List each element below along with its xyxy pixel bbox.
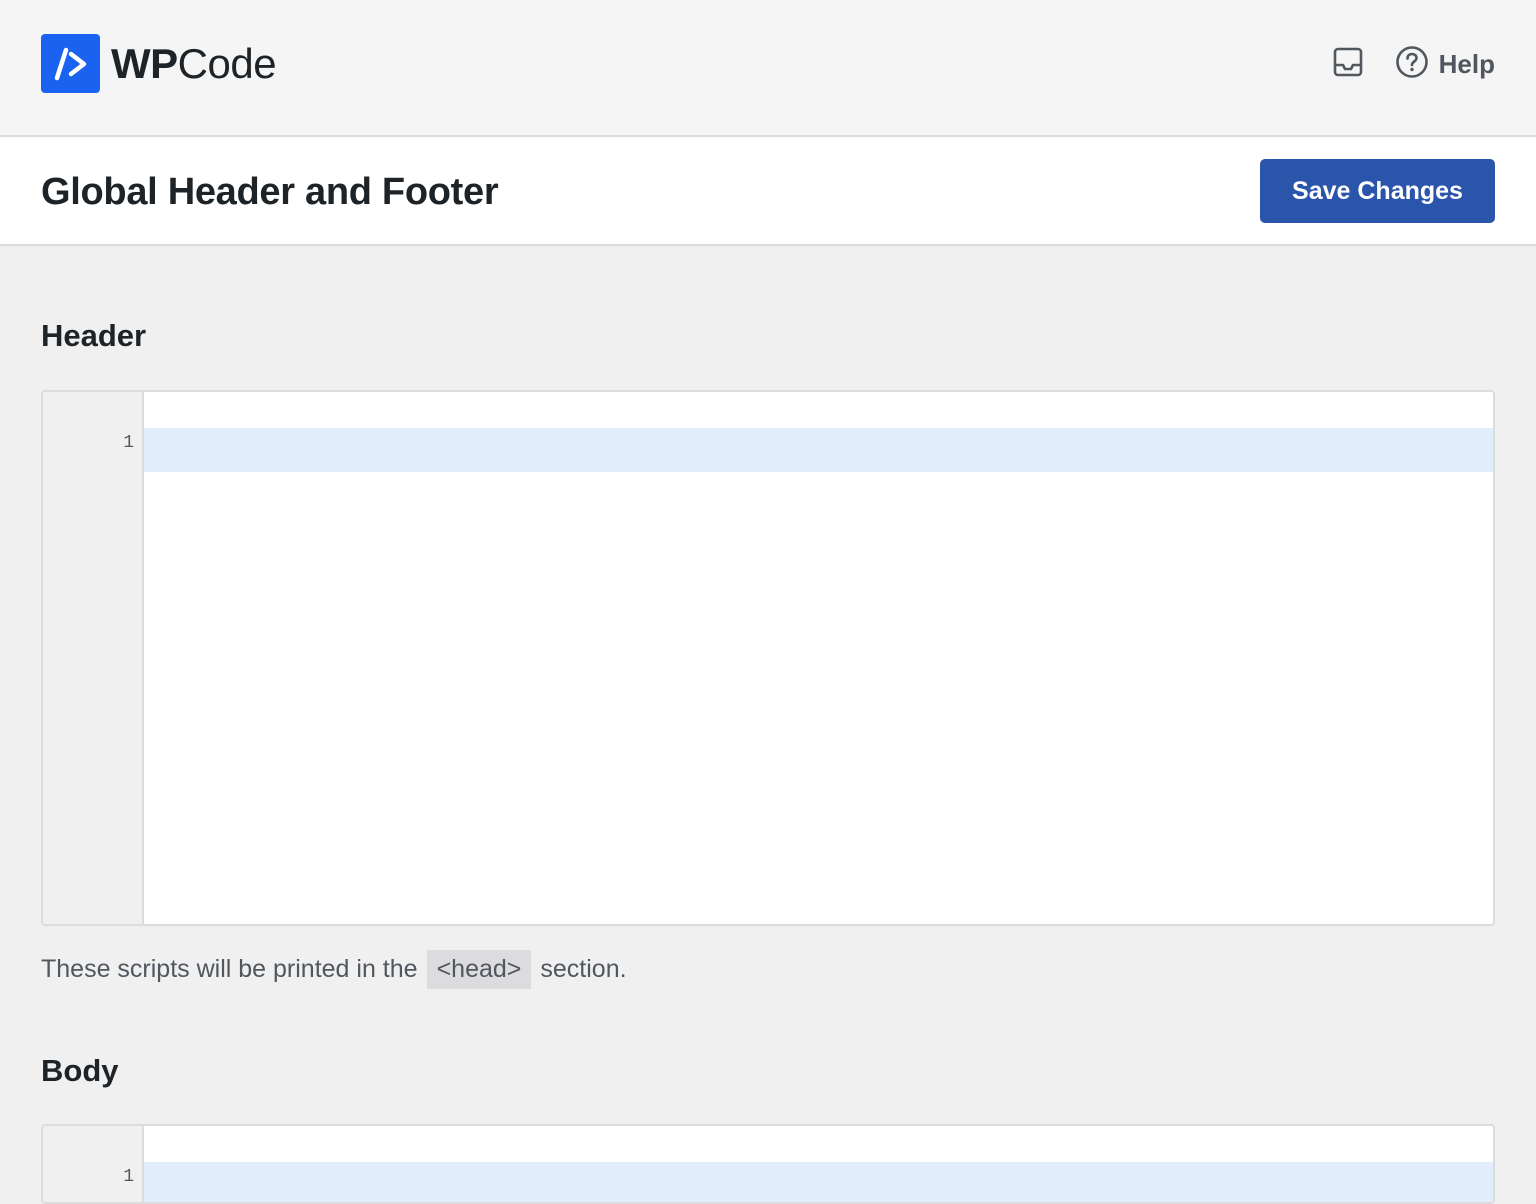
active-line-highlight: [144, 1162, 1493, 1202]
body-section-heading: Body: [41, 1053, 119, 1088]
help-button[interactable]: Help: [1395, 45, 1495, 84]
help-text-suffix: section.: [540, 955, 627, 983]
top-bar: WPCode Help: [0, 0, 1536, 137]
header-help-text: These scripts will be printed in the <he…: [41, 950, 627, 989]
code-slash-icon: [41, 34, 100, 93]
active-line-highlight: [144, 428, 1493, 472]
help-label: Help: [1438, 48, 1495, 79]
body-code-editor[interactable]: 1: [41, 1124, 1495, 1204]
header-code-editor[interactable]: 1: [41, 390, 1495, 926]
line-number-gutter: 1: [43, 1126, 144, 1202]
inbox-icon: [1332, 46, 1364, 83]
wpcode-logo[interactable]: WPCode: [41, 34, 277, 93]
inbox-button[interactable]: [1327, 43, 1369, 85]
question-circle-icon: [1395, 45, 1429, 84]
header-section-heading: Header: [41, 318, 147, 353]
logo-wordmark-regular: Code: [177, 39, 277, 87]
logo-wordmark-bold: WP: [111, 39, 178, 87]
logo-wordmark: WPCode: [111, 39, 277, 87]
save-changes-button[interactable]: Save Changes: [1260, 159, 1495, 223]
title-bar: Global Header and Footer Save Changes: [0, 137, 1536, 246]
help-text-prefix: These scripts will be printed in the: [41, 955, 418, 983]
line-number: 1: [123, 433, 134, 453]
head-tag-code: <head>: [426, 950, 532, 989]
page-title: Global Header and Footer: [41, 171, 499, 213]
line-number-gutter: 1: [43, 392, 144, 924]
line-number: 1: [123, 1167, 134, 1187]
top-actions: Help: [1327, 43, 1495, 85]
